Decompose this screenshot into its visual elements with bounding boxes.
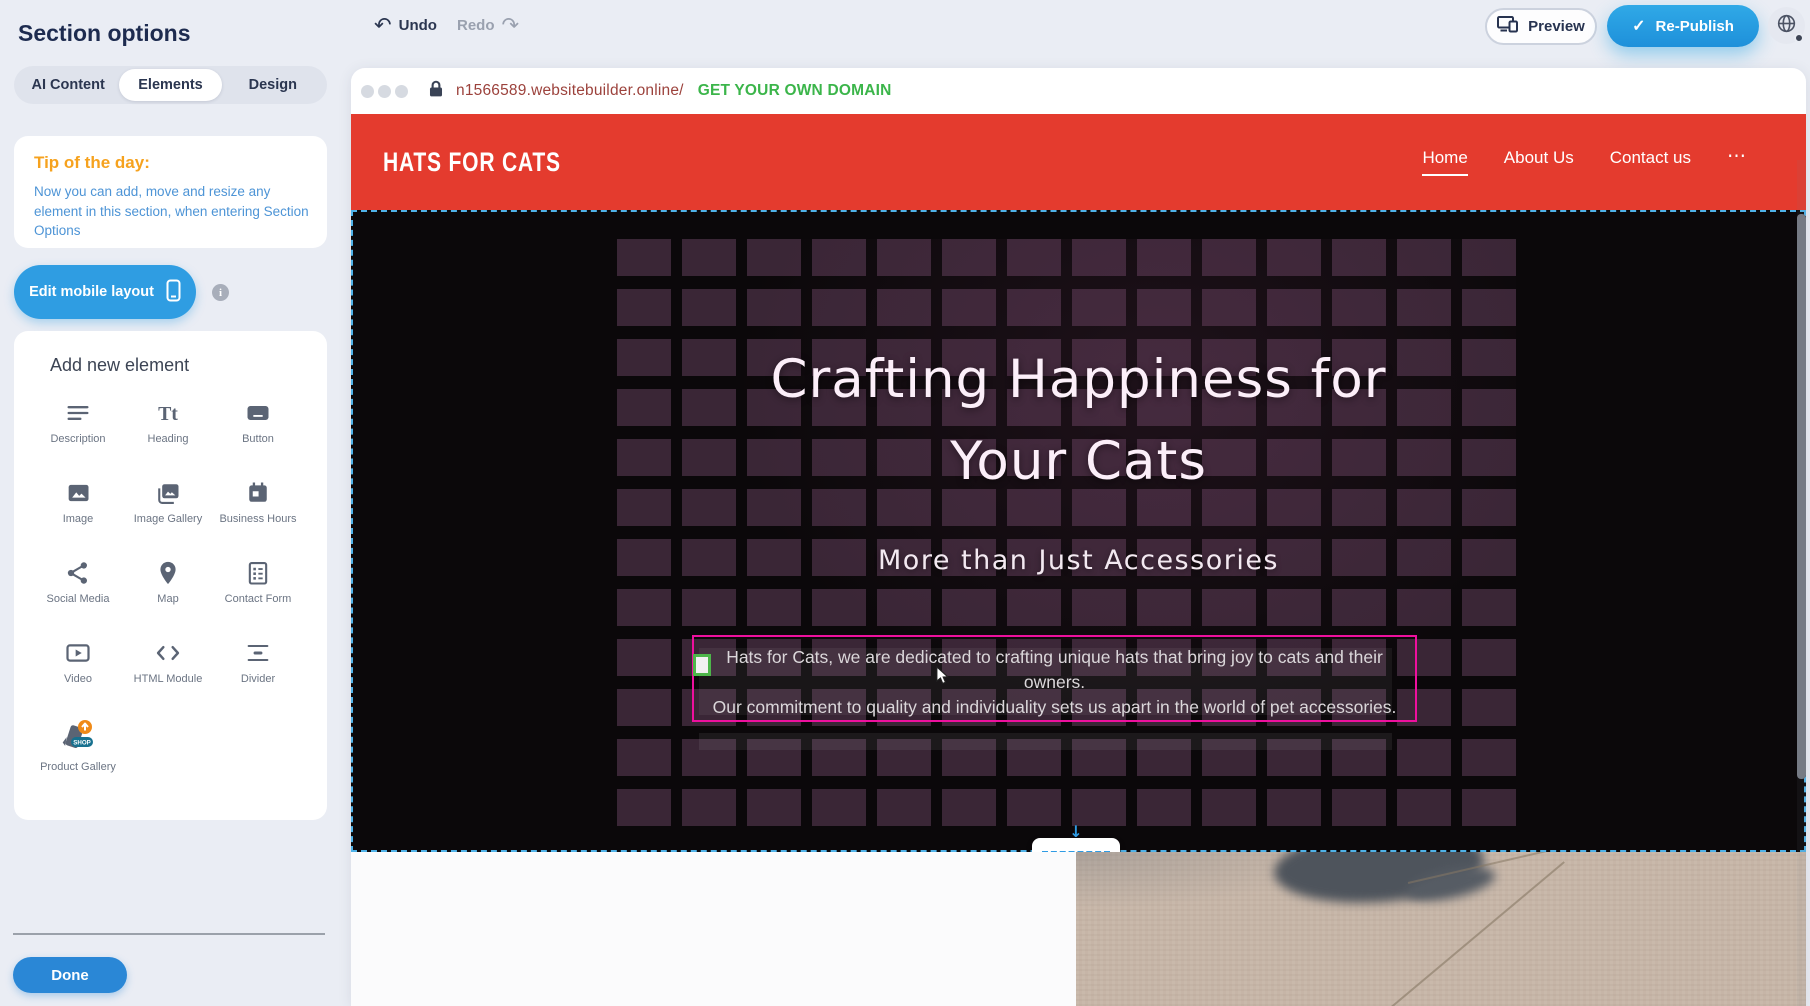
element-image[interactable]: Image xyxy=(33,479,123,559)
hero-subheading[interactable]: More than Just Accessories xyxy=(353,545,1804,576)
app-root: Section options AI Content Elements Desi… xyxy=(0,0,1810,1006)
tip-of-the-day-card: Tip of the day: Now you can add, move an… xyxy=(14,136,327,248)
contact-form-icon xyxy=(244,559,272,587)
tab-design[interactable]: Design xyxy=(222,69,324,101)
element-social-media[interactable]: Social Media xyxy=(33,559,123,639)
add-element-heading: Add new element xyxy=(50,355,189,376)
element-map[interactable]: Map xyxy=(123,559,213,639)
selection-resize-handle[interactable] xyxy=(693,654,711,676)
social-media-icon xyxy=(64,559,92,587)
element-business-hours[interactable]: Business Hours xyxy=(213,479,303,559)
element-grid: Description Tt Heading Button Image Imag… xyxy=(33,399,305,799)
element-description[interactable]: Description xyxy=(33,399,123,479)
element-divider[interactable]: Divider xyxy=(213,639,303,719)
svg-text:Tt: Tt xyxy=(158,403,178,425)
element-button[interactable]: Button xyxy=(213,399,303,479)
get-domain-link[interactable]: GET YOUR OWN DOMAIN xyxy=(698,82,892,100)
lock-icon xyxy=(428,79,444,103)
preview-button[interactable]: Preview xyxy=(1485,8,1597,45)
tip-heading: Tip of the day: xyxy=(34,153,307,173)
svg-text:SHOP: SHOP xyxy=(73,739,91,746)
description-icon xyxy=(64,399,92,427)
globe-button[interactable] xyxy=(1768,7,1805,44)
site-page: HATS FOR CATS Home About Us Contact us ⋯… xyxy=(351,114,1806,1006)
element-contact-form[interactable]: Contact Form xyxy=(213,559,303,639)
browser-chrome-bar: n1566589.websitebuilder.online/ GET YOUR… xyxy=(351,68,1806,114)
undo-button[interactable]: ↶ Undo xyxy=(374,15,437,35)
image-gallery-icon xyxy=(154,479,182,507)
html-code-icon xyxy=(154,639,182,667)
hero-heading[interactable]: Crafting Happiness for Your Cats xyxy=(353,339,1804,503)
site-url[interactable]: n1566589.websitebuilder.online/ xyxy=(456,82,684,100)
video-icon xyxy=(64,639,92,667)
edit-mobile-label: Edit mobile layout xyxy=(29,284,154,300)
arrow-down-icon: ↓ xyxy=(1032,824,1120,840)
devices-icon xyxy=(1497,15,1519,38)
product-gallery-icon: SHOP xyxy=(58,719,98,755)
redo-icon: ↷ xyxy=(502,15,520,35)
element-html-module[interactable]: HTML Module xyxy=(123,639,213,719)
tab-ai-content[interactable]: AI Content xyxy=(17,69,119,101)
element-product-gallery[interactable]: SHOP Product Gallery xyxy=(33,719,123,799)
redo-button[interactable]: Redo ↷ xyxy=(457,15,519,35)
divider-icon xyxy=(244,639,272,667)
hero-section-selected[interactable]: Crafting Happiness for Your Cats More th… xyxy=(351,210,1806,852)
nav-more-icon[interactable]: ⋯ xyxy=(1727,145,1746,180)
nav-about-us[interactable]: About Us xyxy=(1504,148,1574,176)
tip-body: Now you can add, move and resize any ele… xyxy=(34,182,310,241)
traffic-dots xyxy=(361,85,408,98)
republish-button[interactable]: ✓ Re-Publish xyxy=(1607,5,1759,47)
element-video[interactable]: Video xyxy=(33,639,123,719)
hero-paragraph[interactable]: Hats for Cats, we are dedicated to craft… xyxy=(694,645,1415,720)
nav-home[interactable]: Home xyxy=(1422,148,1467,176)
page-title: Section options xyxy=(18,20,191,47)
nav-contact-us[interactable]: Contact us xyxy=(1610,148,1691,176)
undo-icon: ↶ xyxy=(374,15,392,35)
add-element-panel: Add new element Description Tt Heading B… xyxy=(14,331,327,820)
image-icon xyxy=(64,479,92,507)
element-heading[interactable]: Tt Heading xyxy=(123,399,213,479)
phone-icon xyxy=(166,279,181,306)
edit-mobile-layout-button[interactable]: Edit mobile layout xyxy=(14,265,196,319)
info-icon[interactable]: i xyxy=(212,284,229,301)
map-pin-icon xyxy=(154,559,182,587)
tab-elements[interactable]: Elements xyxy=(119,69,221,101)
business-hours-icon xyxy=(244,479,272,507)
globe-status-dot xyxy=(1794,33,1804,43)
site-preview-window: n1566589.websitebuilder.online/ GET YOUR… xyxy=(351,68,1806,1006)
site-nav: Home About Us Contact us ⋯ xyxy=(1422,145,1746,180)
element-image-gallery[interactable]: Image Gallery xyxy=(123,479,213,559)
check-icon: ✓ xyxy=(1632,16,1645,36)
site-logo[interactable]: HATS FOR CATS xyxy=(383,147,561,178)
site-header[interactable]: HATS FOR CATS Home About Us Contact us ⋯ xyxy=(351,114,1806,210)
mouse-cursor xyxy=(935,667,950,690)
next-section[interactable] xyxy=(351,852,1806,1006)
selected-text-element[interactable]: Hats for Cats, we are dedicated to craft… xyxy=(692,635,1417,722)
done-button[interactable]: Done xyxy=(13,957,127,993)
preview-scrollbar-track[interactable] xyxy=(1797,160,1806,1006)
hover-highlight-band xyxy=(699,733,1392,750)
pavement-photo xyxy=(1076,852,1806,1006)
button-icon xyxy=(244,399,272,427)
panel-tabs: AI Content Elements Design xyxy=(14,66,327,104)
preview-scrollbar-thumb[interactable] xyxy=(1797,214,1806,779)
heading-icon: Tt xyxy=(154,399,182,427)
panel-bottom-divider xyxy=(13,933,325,935)
